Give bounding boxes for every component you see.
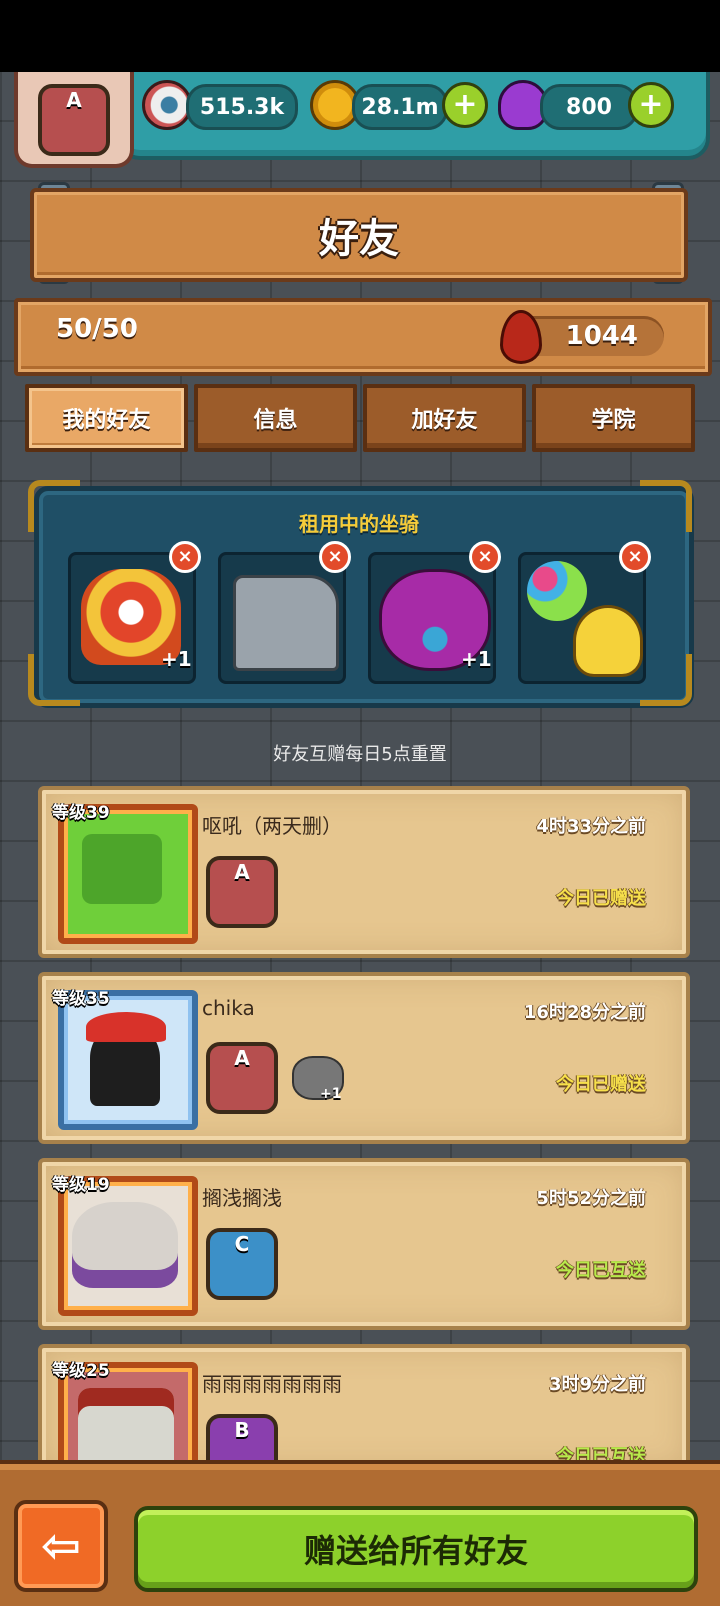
friend-rank-badge: C xyxy=(206,1228,278,1300)
mech-chair-icon xyxy=(233,575,339,671)
duck-body xyxy=(573,605,643,677)
gift-all-friends-button[interactable]: 赠送给所有好友 xyxy=(134,1506,698,1592)
remove-mount-button[interactable]: × xyxy=(319,541,351,573)
remove-mount-button[interactable]: × xyxy=(619,541,651,573)
tab-bar: 我的好友 信息 加好友 学院 xyxy=(22,384,698,452)
tab-messages[interactable]: 信息 xyxy=(194,384,357,452)
potion-count: 800 xyxy=(540,84,638,130)
friend-avatar-frame xyxy=(58,990,198,1130)
remove-mount-button[interactable]: × xyxy=(469,541,501,573)
tab-add-friend[interactable]: 加好友 xyxy=(363,384,526,452)
friends-count: 50/50 xyxy=(56,314,138,344)
mounts-title: 租用中的坐骑 xyxy=(299,512,419,536)
eyeball-icon xyxy=(142,80,192,130)
panel-corner xyxy=(640,654,692,706)
tab-academy[interactable]: 学院 xyxy=(532,384,695,452)
tab-my-friends[interactable]: 我的好友 xyxy=(25,384,188,452)
status-bar xyxy=(0,0,720,72)
back-button[interactable]: ⇦ xyxy=(14,1500,108,1592)
arrow-left-icon: ⇦ xyxy=(40,1518,82,1574)
coin-count: 28.1m xyxy=(352,84,448,130)
green-slime-avatar xyxy=(82,834,162,904)
friend-card[interactable]: 等级19 搁浅搁浅 5时52分之前 C 今日已互送 xyxy=(38,1158,690,1330)
page-title: 好友 xyxy=(30,188,688,282)
mount-slot-2[interactable]: × xyxy=(218,541,351,684)
friend-rank-badge: A xyxy=(206,1042,278,1114)
friend-rank-badge: A xyxy=(206,856,278,928)
friend-avatar-frame xyxy=(58,804,198,944)
add-coins-button[interactable]: + xyxy=(442,82,488,128)
profile-rank-badge: A xyxy=(38,84,110,156)
santa-hat xyxy=(86,1012,166,1042)
friend-card[interactable]: 等级39 呕吼（两天删） 4时33分之前 A 今日已赠送 xyxy=(38,786,690,958)
eyeball-count: 515.3k xyxy=(186,84,298,130)
reset-note: 好友互赠每日5点重置 xyxy=(273,744,447,765)
friend-avatar-frame xyxy=(58,1176,198,1316)
mount-slot-1[interactable]: +1 × xyxy=(68,541,201,684)
mount-slot-3[interactable]: +1 × xyxy=(368,541,501,684)
mount-slot-4[interactable]: × xyxy=(518,541,651,684)
balloon-duck-icon xyxy=(527,561,587,621)
friend-card[interactable]: 等级35 chika 16时28分之前 A +1 今日已赠送 xyxy=(38,972,690,1144)
friend-card[interactable]: 等级25 雨雨雨雨雨雨雨 3时9分之前 B 今日已互送 xyxy=(38,1344,690,1472)
profile-avatar[interactable]: A xyxy=(14,72,134,168)
remove-mount-button[interactable]: × xyxy=(169,541,201,573)
add-potions-button[interactable]: + xyxy=(628,82,674,128)
spiky-shell-avatar xyxy=(72,1202,178,1288)
